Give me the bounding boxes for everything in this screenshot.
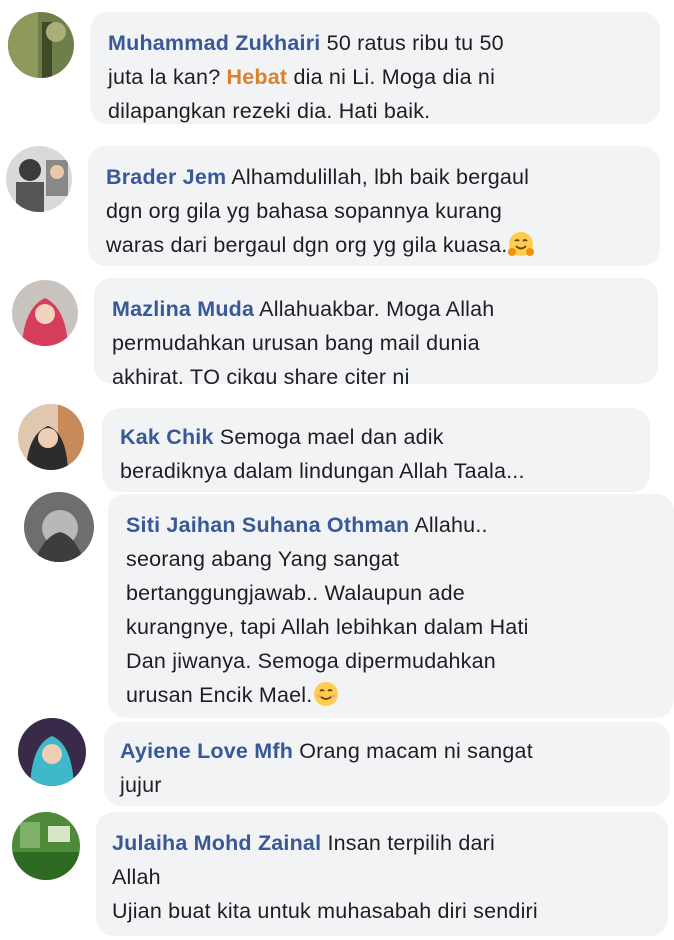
comment-text: akhirat. TQ cikgu share citer ni — [112, 365, 410, 384]
comment-text: Alhamdulillah, lbh baik bergaul — [231, 165, 530, 189]
comment-text: 50 ratus ribu tu 50 — [326, 31, 504, 55]
comment-bubble: Siti Jaihan Suhana Othman Allahu.. seora… — [108, 494, 674, 718]
comment-text: dgn org gila yg bahasa sopannya kurang — [106, 199, 503, 223]
comment-text: urusan Encik Mael. — [126, 683, 313, 707]
comment-text: Ujian buat kita untuk muhasabah diri sen… — [112, 899, 538, 923]
comment-author[interactable]: Kak Chik — [120, 425, 214, 449]
comment-author[interactable]: Brader Jem — [106, 165, 226, 189]
avatar[interactable] — [12, 280, 78, 346]
comment-text: dia ni Li. Moga dia ni — [287, 65, 496, 89]
comment-text: dilapangkan rezeki dia. Hati baik. — [108, 99, 431, 123]
comment-text: permudahkan urusan bang mail dunia — [112, 331, 480, 355]
comment-text: Allahuakbar. Moga Allah — [259, 297, 495, 321]
avatar[interactable] — [8, 12, 74, 78]
comment-text: Orang macam ni sangat — [299, 739, 533, 763]
avatar[interactable] — [6, 146, 72, 212]
comment-bubble: Kak Chik Semoga mael dan adik beradiknya… — [102, 408, 650, 492]
comment-text: Allahu.. — [414, 513, 488, 537]
comment-bubble: Muhammad Zukhairi 50 ratus ribu tu 50 ju… — [90, 12, 660, 124]
comment-text: seorang abang Yang sangat — [126, 547, 400, 571]
comment-author[interactable]: Mazlina Muda — [112, 297, 254, 321]
hugging-face-icon — [507, 230, 535, 258]
comment-author[interactable]: Siti Jaihan Suhana Othman — [126, 513, 409, 537]
comment-author[interactable]: Ayiene Love Mfh — [120, 739, 293, 763]
highlighted-word: Hebat — [226, 65, 288, 89]
comment-text: kurangnye, tapi Allah lebihkan dalam Hat… — [126, 615, 529, 639]
avatar[interactable] — [18, 718, 86, 786]
comment-text: Dan jiwanya. Semoga dipermudahkan — [126, 649, 496, 673]
comment-bubble: Ayiene Love Mfh Orang macam ni sangat ju… — [104, 722, 670, 806]
comment-text: Allah — [112, 865, 161, 889]
comment-text: beradiknya dalam lindungan Allah Taala..… — [120, 459, 525, 483]
comment-author[interactable]: Muhammad Zukhairi — [108, 31, 320, 55]
comment-author[interactable]: Julaiha Mohd Zainal — [112, 831, 321, 855]
comment-bubble: Julaiha Mohd Zainal Insan terpilih dari … — [96, 812, 668, 936]
comment-bubble: Brader Jem Alhamdulillah, lbh baik berga… — [88, 146, 660, 266]
avatar[interactable] — [12, 812, 80, 880]
comment-feed: Muhammad Zukhairi 50 ratus ribu tu 50 ju… — [0, 0, 674, 940]
avatar[interactable] — [24, 492, 94, 562]
avatar[interactable] — [18, 404, 84, 470]
comment-text: waras dari bergaul dgn org yg gila kuasa… — [106, 233, 508, 257]
comment-text: Semoga mael dan adik — [219, 425, 444, 449]
comment-bubble: Mazlina Muda Allahuakbar. Moga Allah per… — [94, 278, 658, 384]
comment-text: Insan terpilih dari — [327, 831, 495, 855]
comment-text: juta la kan? — [108, 65, 227, 89]
smiling-face-icon — [312, 680, 340, 708]
comment-text: jujur — [120, 773, 162, 797]
comment-text: bertanggungjawab.. Walaupun ade — [126, 581, 465, 605]
